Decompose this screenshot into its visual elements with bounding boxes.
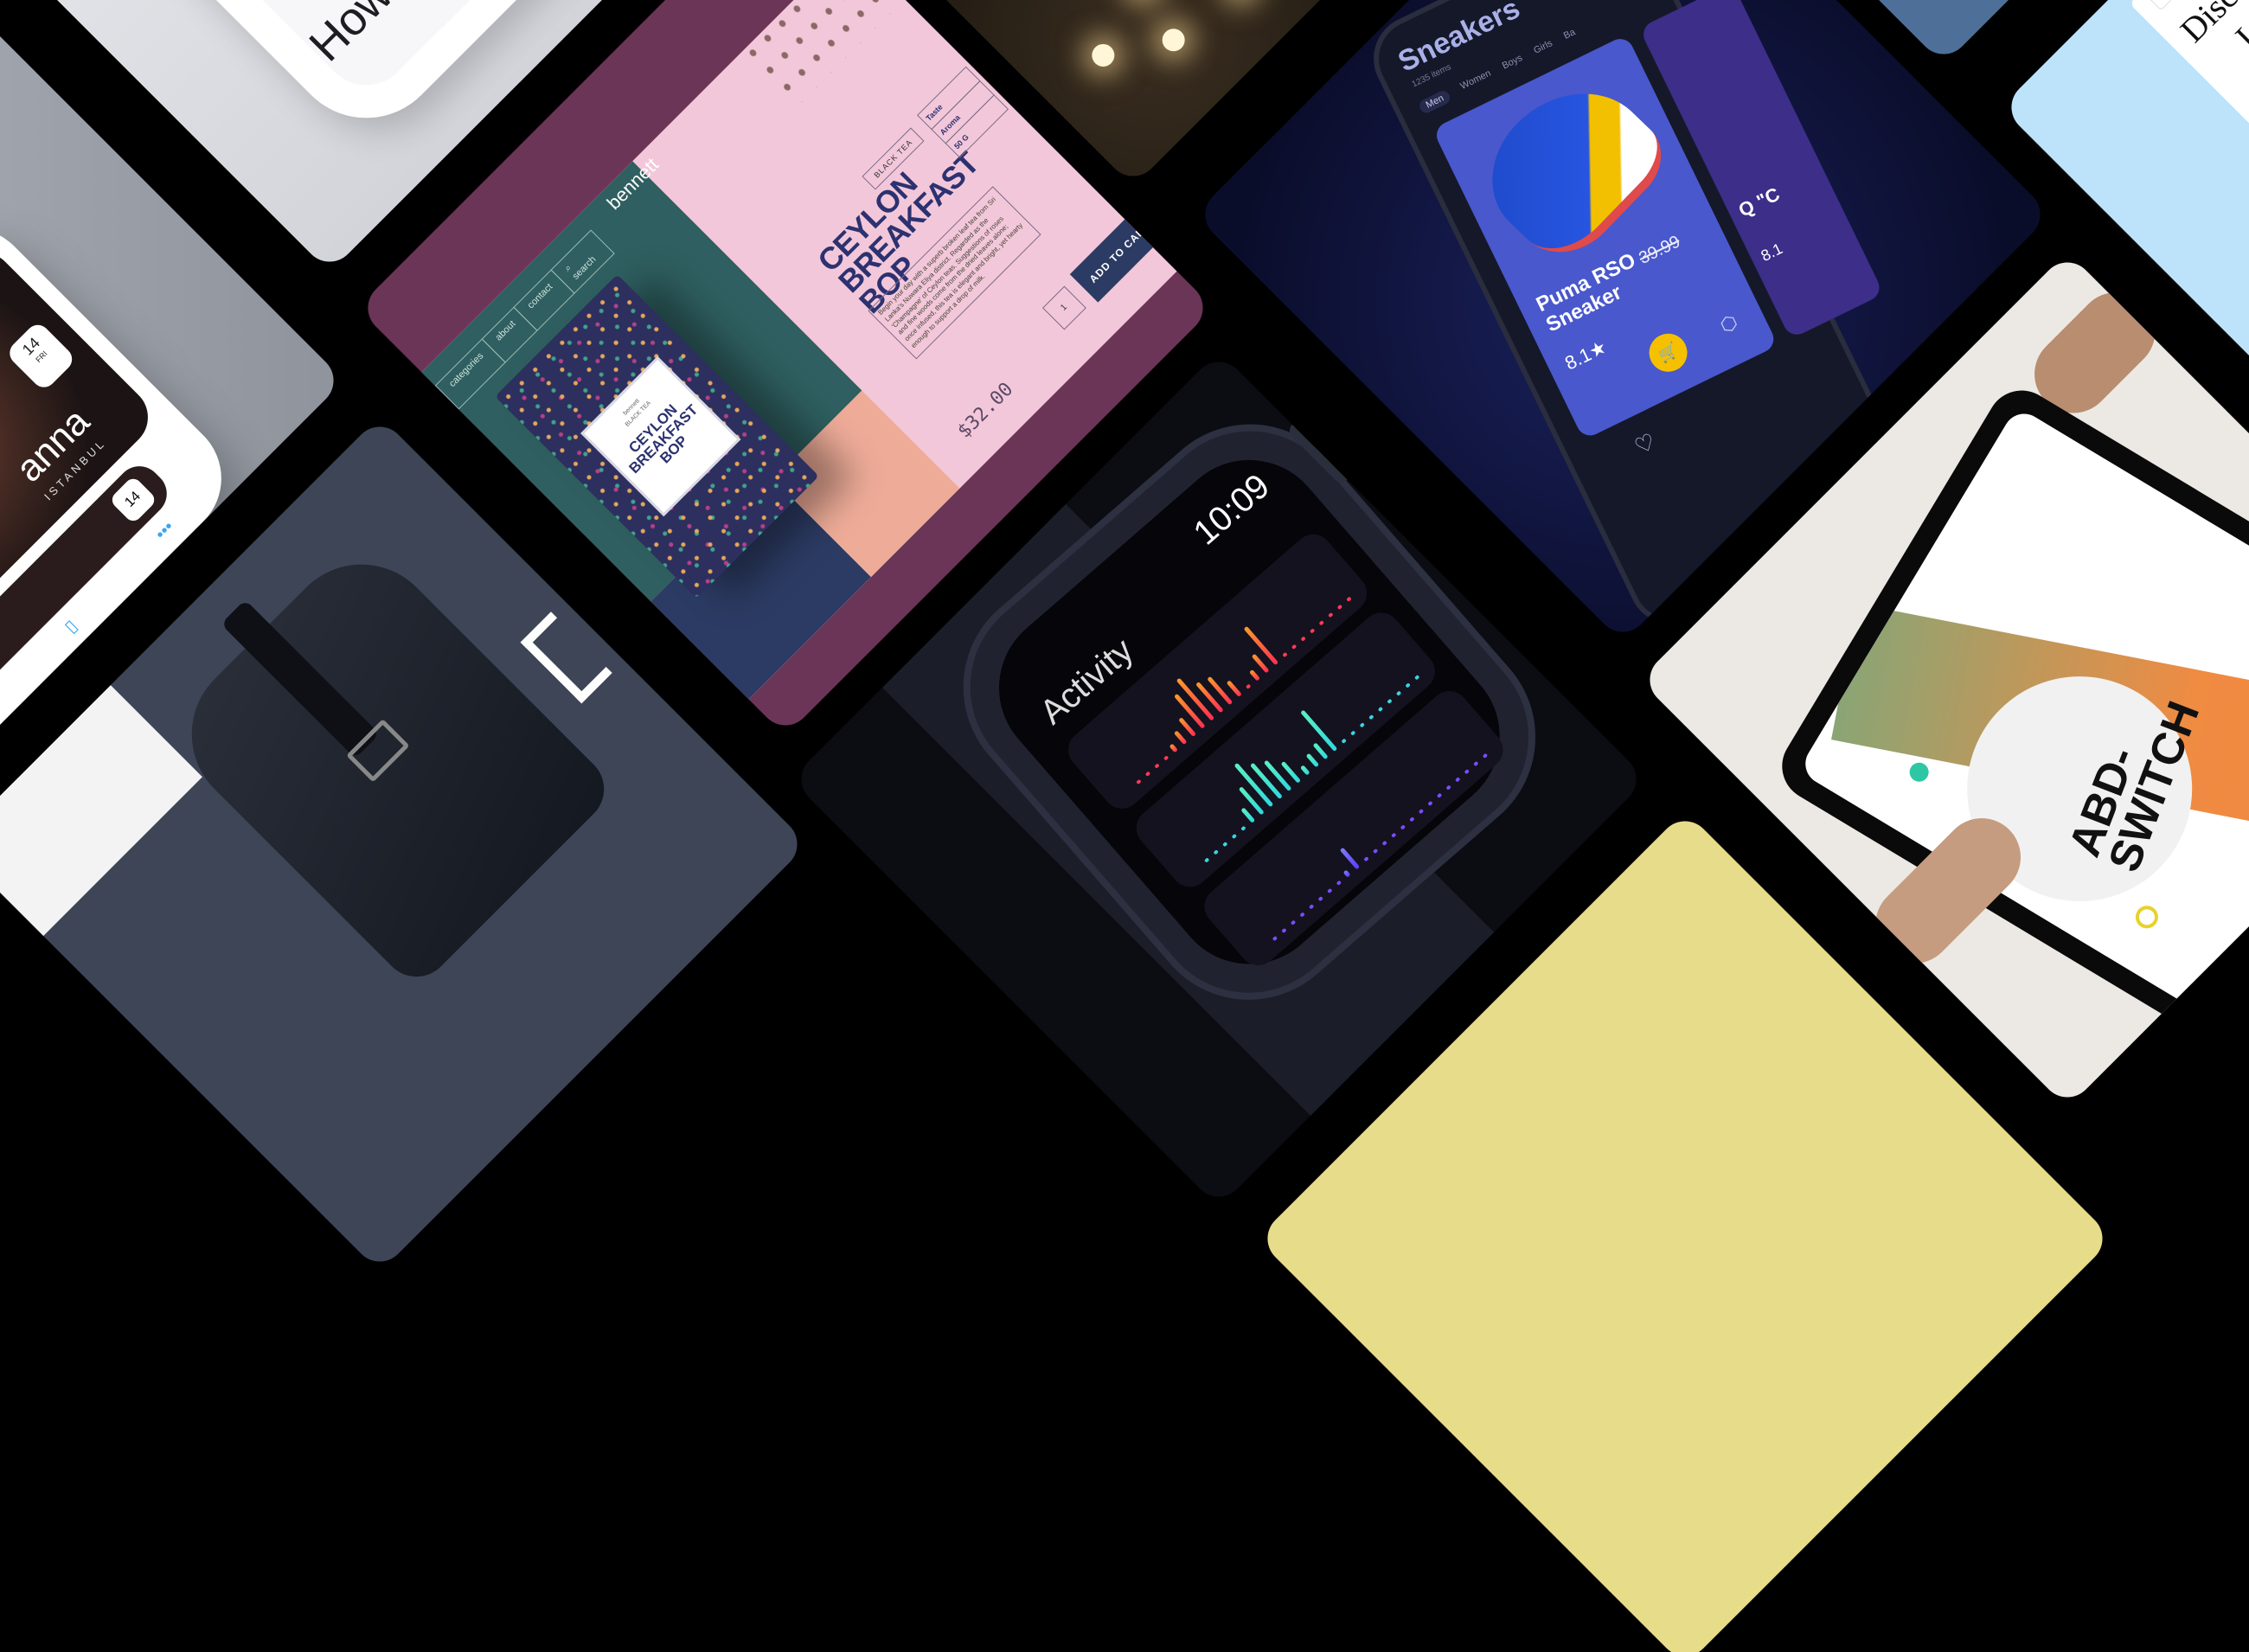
- activity-bar: [1391, 832, 1397, 838]
- activity-bar: [1243, 625, 1279, 666]
- activity-bar: [1372, 848, 1379, 855]
- label-title: CEYLON BREAKFAST BOP: [625, 400, 702, 477]
- activity-bar: [1473, 760, 1479, 767]
- activity-bar: [1327, 887, 1333, 894]
- activity-bar: [1203, 857, 1210, 863]
- sneaker-image: [1464, 60, 1678, 275]
- activity-bar: [1213, 849, 1219, 855]
- activity-bar: [1413, 675, 1420, 681]
- activity-bar: [1482, 752, 1489, 759]
- old-price: 39.99: [1636, 232, 1683, 269]
- activity-bar: [1144, 771, 1151, 777]
- activity-bar: [1336, 604, 1343, 611]
- activity-bar: [1136, 778, 1142, 785]
- activity-bar: [1387, 698, 1393, 704]
- light-spot: [1126, 0, 1159, 2]
- product-name: Puma RSO Sneaker: [1532, 248, 1640, 337]
- tab-women[interactable]: Women: [1458, 68, 1494, 95]
- ellipsis-icon[interactable]: •••: [151, 517, 178, 544]
- light-spot: [1086, 39, 1119, 72]
- tea-box-label: bennett BLACK TEA CEYLON BREAKFAST BOP: [580, 355, 741, 517]
- activity-bar: [1445, 784, 1451, 791]
- date-badge: 14 FRI: [4, 319, 77, 393]
- activity-bar: [1282, 651, 1288, 658]
- light-spot: [1157, 23, 1190, 56]
- search-icon: ⌕: [2152, 0, 2163, 1]
- cart-icon[interactable]: 🛒: [1643, 327, 1694, 379]
- tab-men[interactable]: Men: [1417, 88, 1453, 116]
- activity-bar: [1299, 765, 1310, 776]
- activity-bar: [1250, 762, 1283, 800]
- bracket-logo: [520, 611, 612, 704]
- teal-dot: [1906, 759, 1932, 785]
- activity-bar: [1222, 841, 1228, 848]
- activity-bar: [1405, 682, 1411, 688]
- activity-bar: [1368, 714, 1374, 720]
- activity-bar: [1395, 690, 1402, 696]
- product-price: $32.00: [953, 378, 1018, 443]
- activity-bar: [1231, 833, 1238, 840]
- 3d-cube-icon[interactable]: ⬡: [1716, 311, 1741, 338]
- activity-bar: [1226, 680, 1242, 698]
- activity-bar: [1309, 628, 1316, 634]
- activity-bar: [1154, 763, 1160, 769]
- activity-bar: [1341, 738, 1347, 744]
- activity-bar: [1377, 706, 1384, 713]
- activity-bar: [1281, 927, 1287, 934]
- activity-bar: [1173, 730, 1188, 746]
- activity-bar: [1308, 904, 1315, 910]
- activity-bar: [1240, 807, 1256, 823]
- white-panel: [0, 685, 202, 937]
- activity-bar: [1436, 792, 1443, 798]
- product-name: Q "C: [1734, 182, 1784, 221]
- activity-bar: [1342, 869, 1351, 878]
- activity-bar: [1305, 752, 1320, 768]
- tab-boys[interactable]: Boys: [1501, 53, 1526, 74]
- activity-bar: [1246, 683, 1252, 689]
- date-badge: 14: [108, 475, 158, 525]
- activity-bar: [1359, 722, 1365, 728]
- activity-bar: [1409, 816, 1415, 823]
- activity-bar: [1363, 856, 1369, 862]
- tab-more[interactable]: Ba: [1562, 27, 1579, 44]
- rating: 8.1: [1758, 240, 1785, 266]
- tab-girls[interactable]: Girls: [1532, 38, 1555, 59]
- activity-bar: [1328, 611, 1334, 618]
- activity-bar: [1336, 880, 1342, 886]
- tea-leaves: [702, 0, 893, 110]
- activity-bar: [1339, 847, 1361, 870]
- activity-bar: [1249, 669, 1260, 682]
- activity-bar: [1400, 824, 1406, 830]
- profile-name: anna: [8, 400, 98, 490]
- yellow-ring: [2131, 901, 2162, 933]
- activity-bar: [1318, 620, 1324, 626]
- phone-screen: ABD- SWITCH: [1797, 406, 2249, 1088]
- watch-time: 10:09: [1186, 466, 1278, 553]
- light-spot: [1225, 0, 1257, 2]
- activity-bar: [1174, 693, 1206, 729]
- activity-bar: [1346, 596, 1352, 602]
- activity-bar: [1317, 895, 1323, 902]
- activity-bar: [1381, 840, 1387, 847]
- activity-bar: [1350, 730, 1356, 736]
- rating: 8.1★: [1561, 336, 1611, 375]
- activity-bar: [1464, 769, 1470, 775]
- activity-bar: [1169, 743, 1178, 753]
- activity-bar: [1163, 755, 1169, 761]
- activity-bar: [1299, 912, 1305, 918]
- activity-bar: [1312, 742, 1329, 760]
- activity-bar: [1418, 808, 1425, 815]
- activity-bar: [1291, 644, 1298, 650]
- add-to-cart-button[interactable]: ADD TO CART: [1069, 199, 1173, 303]
- bookmark-icon[interactable]: ▯: [60, 616, 81, 637]
- activity-bar: [1300, 636, 1306, 642]
- activity-bar: [1272, 935, 1278, 942]
- quantity-input[interactable]: 1: [1041, 285, 1086, 330]
- activity-bar: [1455, 777, 1461, 783]
- activity-bar: [1240, 825, 1246, 831]
- heart-icon[interactable]: ♡: [1631, 428, 1661, 461]
- activity-bar: [1290, 919, 1297, 925]
- activity-bar: [1427, 800, 1433, 807]
